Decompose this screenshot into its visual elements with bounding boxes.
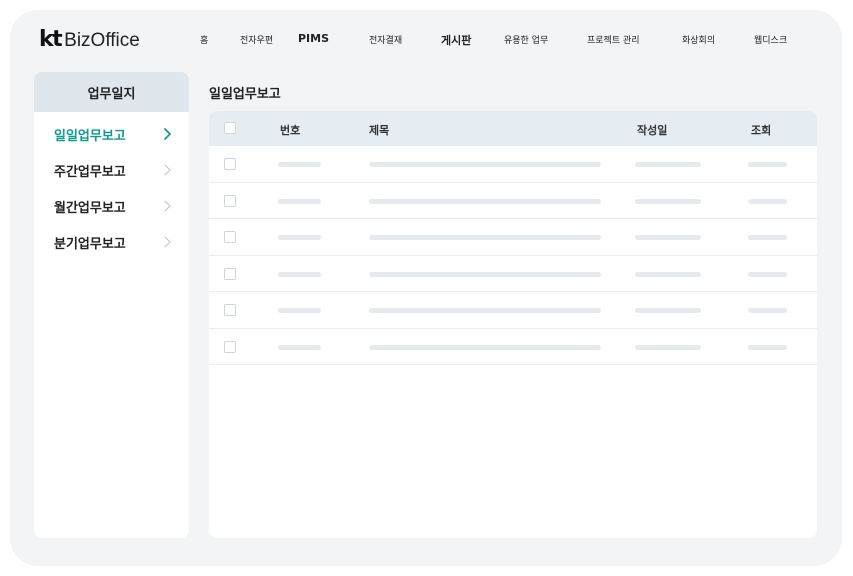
- views-placeholder: [748, 198, 787, 204]
- views-placeholder: [748, 308, 787, 313]
- sidebar-item-quarterly-report[interactable]: 분기업무보고: [34, 224, 189, 260]
- nav-board[interactable]: 게시판: [441, 32, 471, 48]
- date-placeholder: [635, 235, 701, 240]
- title-placeholder: [369, 162, 601, 167]
- top-nav: 홈 전자우편 PIMS 전자결재 게시판 유용한 업무 프로젝트 관리 화상회의…: [10, 10, 842, 66]
- table-row[interactable]: [209, 219, 817, 256]
- sidebar-menu: 일일업무보고 주간업무보고 월간업무보고 분기업무보고: [34, 112, 189, 260]
- table-row[interactable]: [209, 146, 817, 183]
- table-row[interactable]: [209, 329, 817, 365]
- chevron-right-icon: [164, 128, 171, 140]
- sidebar-item-label: 주간업무보고: [54, 164, 126, 180]
- row-checkbox[interactable]: [224, 231, 236, 243]
- sidebar-item-weekly-report[interactable]: 주간업무보고: [34, 152, 189, 188]
- table-header: 번호 제목 작성일 조회: [209, 111, 817, 146]
- column-header-number[interactable]: 번호: [280, 122, 300, 138]
- table-row[interactable]: [209, 183, 817, 219]
- title-placeholder: [369, 271, 601, 277]
- title-placeholder: [369, 344, 601, 350]
- title-placeholder: [369, 198, 601, 204]
- nav-video-conference[interactable]: 화상회의: [682, 33, 715, 46]
- date-placeholder: [635, 308, 701, 313]
- column-header-date[interactable]: 작성일: [637, 122, 667, 138]
- sidebar-item-daily-report[interactable]: 일일업무보고: [34, 116, 189, 152]
- number-placeholder: [278, 162, 321, 167]
- sidebar: 업무일지 일일업무보고 주간업무보고 월간업무보고 분기업무보고: [34, 72, 189, 538]
- sidebar-item-label: 일일업무보고: [54, 128, 126, 144]
- sidebar-item-label: 월간업무보고: [54, 200, 126, 216]
- views-placeholder: [748, 271, 787, 277]
- views-placeholder: [748, 344, 787, 350]
- title-placeholder: [369, 308, 601, 313]
- nav-mail[interactable]: 전자우편: [240, 33, 273, 46]
- app-frame: kt BizOffice 홈 전자우편 PIMS 전자결재 게시판 유용한 업무…: [10, 10, 842, 566]
- row-checkbox[interactable]: [224, 267, 236, 280]
- row-checkbox[interactable]: [224, 340, 236, 353]
- row-checkbox[interactable]: [224, 194, 236, 207]
- number-placeholder: [278, 344, 321, 350]
- chevron-right-icon: [164, 236, 171, 248]
- views-placeholder: [748, 162, 787, 167]
- nav-pims[interactable]: PIMS: [298, 32, 329, 45]
- report-table: 번호 제목 작성일 조회: [209, 111, 817, 538]
- number-placeholder: [278, 198, 321, 204]
- row-checkbox[interactable]: [224, 158, 236, 170]
- table-row[interactable]: [209, 292, 817, 329]
- sidebar-item-label: 분기업무보고: [54, 236, 126, 252]
- page-title: 일일업무보고: [209, 87, 281, 102]
- number-placeholder: [278, 235, 321, 240]
- chevron-right-icon: [164, 164, 171, 176]
- number-placeholder: [278, 271, 321, 277]
- row-checkbox[interactable]: [224, 304, 236, 316]
- nav-project[interactable]: 프로젝트 관리: [587, 33, 640, 46]
- sidebar-title: 업무일지: [34, 72, 189, 112]
- column-header-title[interactable]: 제목: [369, 122, 389, 138]
- date-placeholder: [635, 198, 701, 204]
- date-placeholder: [635, 344, 701, 350]
- date-placeholder: [635, 162, 701, 167]
- nav-useful-work[interactable]: 유용한 업무: [504, 33, 548, 46]
- chevron-right-icon: [164, 200, 171, 212]
- date-placeholder: [635, 271, 701, 277]
- views-placeholder: [748, 235, 787, 240]
- nav-webdisk[interactable]: 웹디스크: [754, 33, 787, 46]
- nav-approval[interactable]: 전자결재: [369, 33, 402, 46]
- sidebar-item-monthly-report[interactable]: 월간업무보고: [34, 188, 189, 224]
- select-all-checkbox[interactable]: [224, 122, 236, 134]
- table-row[interactable]: [209, 256, 817, 292]
- title-placeholder: [369, 235, 601, 240]
- column-header-views[interactable]: 조회: [751, 122, 771, 138]
- number-placeholder: [278, 308, 321, 313]
- nav-home[interactable]: 홈: [200, 33, 208, 46]
